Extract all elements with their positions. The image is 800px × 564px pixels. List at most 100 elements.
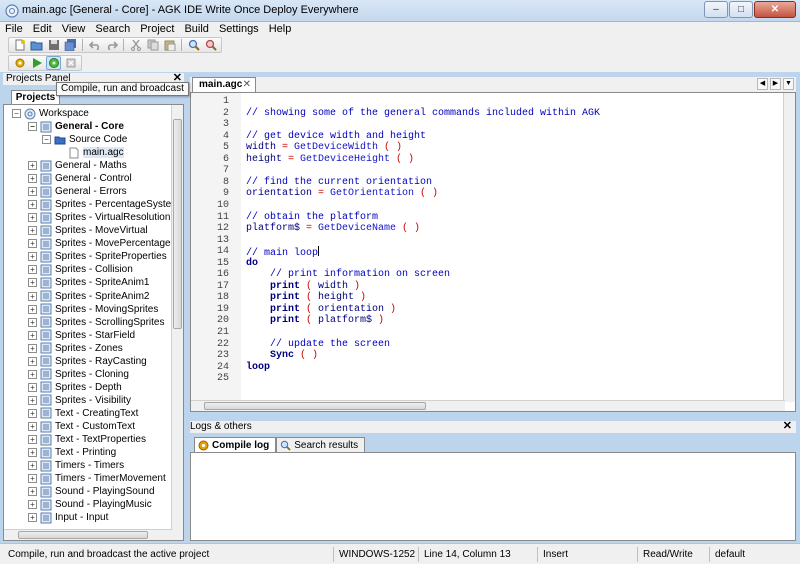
expand-icon[interactable]: + [28,369,37,379]
expand-icon[interactable]: + [28,278,37,288]
tab-search-results[interactable]: Search results [276,437,366,452]
code-line[interactable]: 14// main loop [191,246,785,259]
tree-project-active[interactable]: − General - Core [28,120,124,133]
tree-project[interactable]: + Sprites - SpriteProperties [28,250,167,263]
copy-icon[interactable] [145,38,160,52]
scrollbar-thumb[interactable] [18,531,148,539]
save-icon[interactable] [46,38,61,52]
expand-icon[interactable]: + [28,161,37,170]
cut-icon[interactable] [128,38,143,52]
tree-project[interactable]: + Sprites - SpriteAnim1 [28,276,149,289]
expand-icon[interactable]: + [28,304,37,314]
tree-project[interactable]: + Input - Input [28,511,108,524]
tree-project[interactable]: + Sprites - Collision [28,263,133,276]
expand-icon[interactable]: + [28,252,37,262]
expand-icon[interactable]: + [28,239,37,249]
broadcast-icon[interactable] [46,56,61,70]
tab-projects[interactable]: Projects [11,90,60,104]
code-line[interactable]: 3 [191,119,785,130]
tab-main-agc[interactable]: main.agc ✕ [192,77,256,92]
close-window-button[interactable]: ✕ [754,1,796,18]
tree-project[interactable]: + Sprites - ScrollingSprites [28,316,164,329]
code-line[interactable]: 24 loop [191,362,785,373]
tab-close-icon[interactable]: ✕ [243,78,251,92]
code-line[interactable]: 4 // get device width and height [191,131,785,142]
expand-icon[interactable]: + [28,330,37,340]
tree-project[interactable]: + Sprites - Cloning [28,368,129,381]
expand-icon[interactable]: + [28,382,37,392]
code-line[interactable]: 6 height = GetDeviceHeight ( ) [191,154,785,165]
compile-log-output[interactable] [190,452,796,541]
code-line[interactable]: 25 [191,373,785,384]
tree-project[interactable]: + Sprites - PercentageSystem [28,198,180,211]
tree-project[interactable]: + Text - Printing [28,446,116,459]
code-line[interactable]: 19 print ( orientation ) [191,304,785,315]
code-line[interactable]: 17 print ( width ) [191,281,785,292]
code-line[interactable]: 18 print ( height ) [191,292,785,303]
tree-project[interactable]: + Sprites - StarField [28,329,135,342]
code-line[interactable]: 15 do [191,258,785,269]
code-line[interactable]: 2 // showing some of the general commands… [191,108,785,119]
tree-project[interactable]: + Sprites - SpriteAnim2 [28,290,149,303]
menu-file[interactable]: File [0,22,28,36]
collapse-icon[interactable]: − [12,109,21,118]
tab-scroll-left-icon[interactable]: ◀ [757,78,768,90]
expand-icon[interactable]: + [28,187,37,197]
code-line[interactable]: 21 [191,327,785,338]
tab-compile-log[interactable]: Compile log [194,437,277,452]
editor-horizontal-scrollbar[interactable] [191,400,785,411]
tree-project[interactable]: + Sprites - Visibility [28,394,131,407]
stop-icon[interactable] [63,56,78,70]
code-line[interactable]: 12 platform$ = GetDeviceName ( ) [191,223,785,234]
maximize-button[interactable]: □ [729,1,753,18]
tree-project[interactable]: + Sprites - Depth [28,381,122,394]
expand-icon[interactable]: + [28,226,37,236]
tab-list-icon[interactable]: ▼ [783,78,794,90]
open-file-icon[interactable] [29,38,44,52]
code-line[interactable]: 8 // find the current orientation [191,177,785,188]
tree-workspace[interactable]: − Workspace [12,107,89,120]
expand-icon[interactable]: + [28,435,37,445]
tree-project[interactable]: + Sprites - MovingSprites [28,303,158,316]
expand-icon[interactable]: + [28,395,37,405]
code-line[interactable]: 7 [191,165,785,176]
expand-icon[interactable]: + [28,213,37,223]
tree-project[interactable]: + Sound - PlayingMusic [28,498,152,511]
tree-project[interactable]: + Sprites - Zones [28,342,123,355]
menu-view[interactable]: View [57,22,91,36]
menu-edit[interactable]: Edit [28,22,57,36]
menu-settings[interactable]: Settings [214,22,264,36]
tree-project[interactable]: + Sprites - MovePercentage [28,237,171,250]
editor-vertical-scrollbar[interactable] [783,93,795,402]
tree-project[interactable]: + General - Maths [28,159,127,172]
code-line[interactable]: 22 // update the screen [191,339,785,350]
tree-project[interactable]: + Sprites - VirtualResolution [28,211,170,224]
replace-icon[interactable] [203,38,218,52]
collapse-icon[interactable]: − [28,122,37,131]
menu-project[interactable]: Project [135,22,179,36]
code-line[interactable]: 16 // print information on screen [191,269,785,280]
tree-project[interactable]: + Text - TextProperties [28,433,146,446]
tree-project[interactable]: + General - Control [28,172,132,185]
menu-help[interactable]: Help [264,22,297,36]
paste-icon[interactable] [162,38,177,52]
expand-icon[interactable]: + [28,356,37,366]
expand-icon[interactable]: + [28,500,37,510]
expand-icon[interactable]: + [28,448,37,458]
tree-project[interactable]: + Sound - PlayingSound [28,485,155,498]
expand-icon[interactable]: + [28,474,37,484]
tree-project[interactable]: + General - Errors [28,185,127,198]
expand-icon[interactable]: + [28,343,37,353]
undo-icon[interactable] [87,38,102,52]
expand-icon[interactable]: + [28,422,37,431]
tree-vertical-scrollbar[interactable] [171,105,183,540]
code-line[interactable]: 11 // obtain the platform [191,212,785,223]
code-line[interactable]: 1 [191,96,785,107]
expand-icon[interactable]: + [28,265,37,275]
expand-icon[interactable]: + [28,174,37,184]
code-editor[interactable]: 1 2 // showing some of the general command… [190,92,796,412]
tree-horizontal-scrollbar[interactable] [4,529,172,540]
expand-icon[interactable]: + [28,513,37,523]
expand-icon[interactable]: + [28,317,37,327]
tree-project[interactable]: + Sprites - MoveVirtual [28,224,148,237]
